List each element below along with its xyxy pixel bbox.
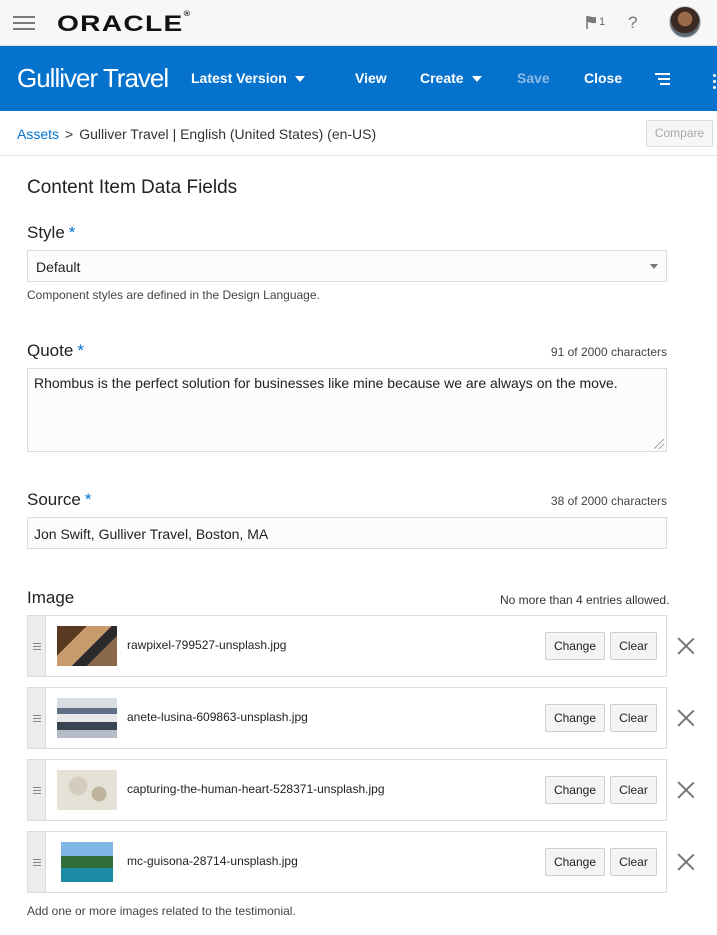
close-icon[interactable] <box>677 781 695 799</box>
chevron-down-icon <box>650 264 658 269</box>
resize-handle-icon[interactable] <box>654 439 664 449</box>
hamburger-icon[interactable] <box>13 16 35 30</box>
image-filename: mc-guisona-28714-unsplash.jpg <box>127 854 298 868</box>
notifications-button[interactable]: 1 <box>585 15 605 30</box>
drag-handle-icon[interactable] <box>28 760 46 820</box>
clear-image-button[interactable]: Clear <box>610 704 657 732</box>
required-marker: * <box>77 341 84 360</box>
flag-icon <box>586 16 596 29</box>
source-label: Source * <box>27 490 92 509</box>
change-image-button[interactable]: Change <box>545 776 605 804</box>
app-header: Gulliver Travel Latest Version View Crea… <box>0 46 717 111</box>
style-help-text: Component styles are defined in the Desi… <box>27 288 320 302</box>
top-bar: ORACLE® 1 ? <box>0 0 717 46</box>
clear-image-button[interactable]: Clear <box>610 776 657 804</box>
image-filename: rawpixel-799527-unsplash.jpg <box>127 638 287 652</box>
source-input[interactable]: Jon Swift, Gulliver Travel, Boston, MA <box>27 517 667 549</box>
quote-char-count: 91 of 2000 characters <box>550 345 667 359</box>
close-icon[interactable] <box>677 637 695 655</box>
change-image-button[interactable]: Change <box>545 632 605 660</box>
image-label: Image <box>27 588 75 607</box>
change-image-button[interactable]: Change <box>545 848 605 876</box>
image-list-item: rawpixel-799527-unsplash.jpg Change Clea… <box>27 615 667 677</box>
notifications-count: 1 <box>599 16 606 28</box>
create-dropdown[interactable]: Create <box>420 70 482 86</box>
image-thumbnail <box>57 626 117 666</box>
style-select-value: Default <box>36 259 81 275</box>
view-button[interactable]: View <box>355 70 387 86</box>
page-title: Gulliver Travel <box>17 63 169 93</box>
image-filename: anete-lusina-609863-unsplash.jpg <box>127 710 308 724</box>
image-thumbnail <box>61 842 113 882</box>
quote-value: Rhombus is the perfect solution for busi… <box>34 375 618 391</box>
close-icon[interactable] <box>677 853 695 871</box>
drag-handle-icon[interactable] <box>28 616 46 676</box>
clear-image-button[interactable]: Clear <box>610 848 657 876</box>
compare-button[interactable]: Compare <box>646 120 713 147</box>
breadcrumb-separator: > <box>65 126 74 142</box>
image-thumbnail <box>57 770 117 810</box>
image-filename: capturing-the-human-heart-528371-unsplas… <box>127 782 385 796</box>
source-value: Jon Swift, Gulliver Travel, Boston, MA <box>34 526 269 542</box>
image-list-item: capturing-the-human-heart-528371-unsplas… <box>27 759 667 821</box>
avatar[interactable] <box>669 6 701 38</box>
caret-down-icon <box>471 76 482 83</box>
kebab-icon[interactable] <box>713 74 717 92</box>
breadcrumb-assets-link[interactable]: Assets <box>17 126 59 142</box>
save-button[interactable]: Save <box>517 70 550 86</box>
image-help-text: Add one or more images related to the te… <box>27 904 296 918</box>
breadcrumb-bar: Assets > Gulliver Travel | English (United… <box>0 111 717 156</box>
help-icon[interactable]: ? <box>628 13 637 33</box>
oracle-logo: ORACLE® <box>57 11 192 36</box>
list-menu-icon[interactable] <box>655 73 670 88</box>
required-marker: * <box>68 223 76 242</box>
close-button[interactable]: Close <box>584 70 622 86</box>
breadcrumb: Assets > Gulliver Travel | English (United… <box>17 126 376 142</box>
version-dropdown[interactable]: Latest Version <box>191 70 305 86</box>
section-title: Content Item Data Fields <box>27 177 238 198</box>
version-label: Latest Version <box>191 70 287 86</box>
image-limit-text: No more than 4 entries allowed. <box>500 593 670 607</box>
drag-handle-icon[interactable] <box>28 688 46 748</box>
drag-handle-icon[interactable] <box>28 832 46 892</box>
image-list-item: anete-lusina-609863-unsplash.jpg Change … <box>27 687 667 749</box>
close-icon[interactable] <box>677 709 695 727</box>
language-label: | English (United States) (en-US) <box>172 126 377 142</box>
caret-down-icon <box>294 76 305 83</box>
image-list-item: mc-guisona-28714-unsplash.jpg Change Cle… <box>27 831 667 893</box>
create-label: Create <box>420 70 464 86</box>
quote-textarea[interactable]: Rhombus is the perfect solution for busi… <box>27 368 667 452</box>
change-image-button[interactable]: Change <box>545 704 605 732</box>
breadcrumb-item: Gulliver Travel <box>79 126 169 142</box>
style-select[interactable]: Default <box>27 250 667 282</box>
source-char-count: 38 of 2000 characters <box>550 494 667 508</box>
style-label: Style * <box>27 223 76 242</box>
clear-image-button[interactable]: Clear <box>610 632 657 660</box>
required-marker: * <box>84 490 92 509</box>
quote-label: Quote * <box>27 341 84 360</box>
image-thumbnail <box>57 698 117 738</box>
